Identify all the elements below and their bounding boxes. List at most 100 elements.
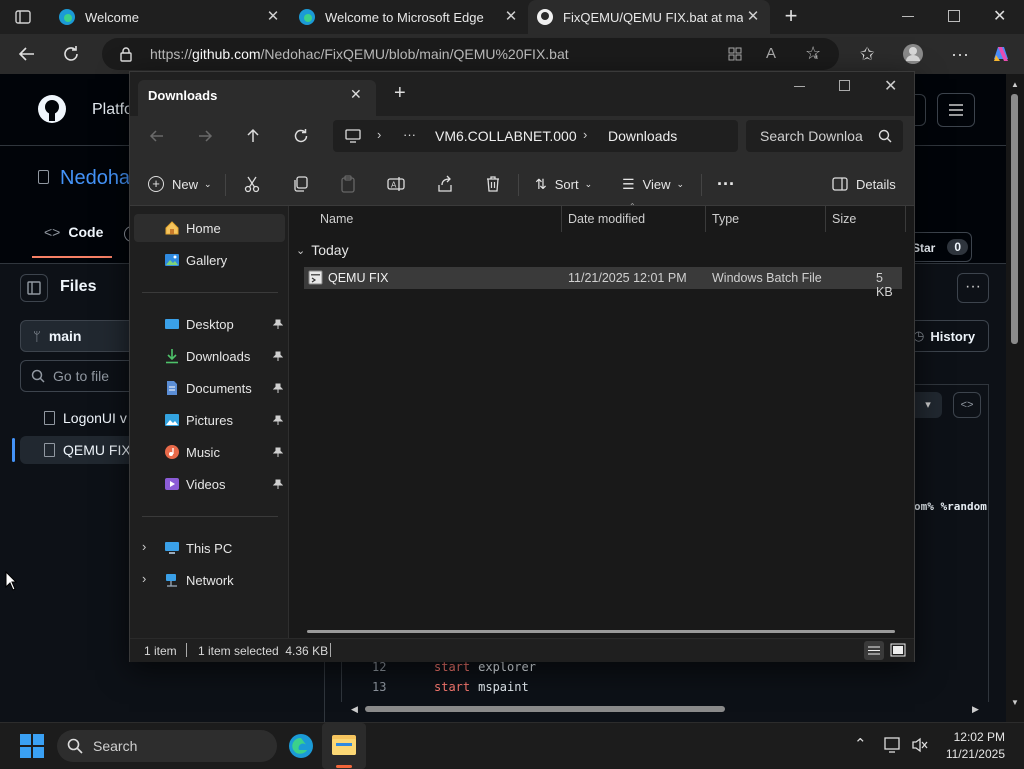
pin-icon[interactable] [273,351,283,361]
start-windows-icon[interactable] [20,734,44,758]
file-explorer-taskbar-icon[interactable] [322,723,366,769]
code-toolbar-dropdown-icon[interactable]: ▾ [914,392,942,418]
explorer-search-box[interactable]: Search Downloa [746,120,903,152]
back-icon[interactable] [12,39,42,69]
platform-menu[interactable]: Platfo [92,101,133,119]
copy-icon[interactable] [291,172,309,196]
star-button-frame[interactable] [914,232,972,262]
app-available-icon[interactable] [727,46,743,62]
pin-icon[interactable] [273,479,283,489]
sidebar-item-network[interactable]: › Network [130,566,289,594]
up-icon[interactable] [245,128,261,144]
forward-icon[interactable] [197,128,213,144]
close-tab-icon[interactable]: ✕ [350,86,362,103]
tab-welcome-edge[interactable]: Welcome to Microsoft Edge ✕ [290,0,528,34]
horizontal-scrollbar[interactable]: ◀ ▶ [341,702,989,716]
taskbar-clock-date[interactable]: 11/21/2025 [943,747,1005,761]
scroll-right-arrow[interactable]: ▶ [972,704,979,715]
maximize-icon[interactable] [839,80,850,91]
sidebar-item-pictures[interactable]: Pictures [130,406,289,434]
tablet-display-icon[interactable] [884,737,902,753]
breadcrumb-item[interactable]: VM6.COLLABNET.000 [435,128,577,144]
search-icon[interactable] [878,129,892,143]
close-tab-icon[interactable]: ✕ [744,8,762,26]
explorer-tab-downloads[interactable]: Downloads ✕ [138,80,376,116]
group-header-today[interactable]: ⌄ Today [296,242,349,258]
vertical-scrollbar[interactable]: ▲ ▼ [1006,74,1024,722]
close-window-icon[interactable]: ✕ [884,76,897,96]
column-header-name[interactable]: Name [320,212,353,226]
rename-icon[interactable]: A [387,172,405,196]
lock-icon[interactable] [119,47,133,62]
read-aloud-icon[interactable]: Aᵃ [766,45,818,64]
history-button[interactable]: ◷ History [905,320,989,352]
sidebar-item-gallery[interactable]: Gallery [130,246,289,274]
scrollbar-thumb[interactable] [365,706,725,712]
share-icon[interactable] [436,172,454,196]
details-button[interactable]: Details [832,172,896,196]
sort-button[interactable]: ⇅ Sort ⌄ [535,172,592,196]
sidebar-item-documents[interactable]: Documents [130,374,289,402]
column-separator[interactable] [905,206,906,232]
collapse-sidebar-icon[interactable] [20,274,48,302]
edge-taskbar-icon[interactable] [287,732,315,760]
details-view-icon[interactable] [864,641,884,660]
pin-icon[interactable] [273,415,283,425]
sidebar-item-home[interactable]: Home [134,214,285,242]
breadcrumb-item[interactable]: Downloads [608,128,677,144]
code-tab[interactable]: <> Code [44,224,103,240]
code-embed-icon[interactable]: <> [953,392,981,418]
chevron-right-icon[interactable]: › [142,539,146,554]
large-icons-view-icon[interactable] [888,641,908,660]
favorite-star-icon[interactable]: ☆ [805,43,821,64]
tab-actions-icon[interactable] [14,8,32,26]
repo-owner-link[interactable]: Nedoha [60,167,130,190]
chevron-right-icon[interactable]: › [142,571,146,586]
copilot-icon[interactable] [986,39,1016,69]
sidebar-item-music[interactable]: Music [130,438,289,466]
taskbar-clock-time[interactable]: 12:02 PM [943,730,1005,744]
breadcrumb-ellipsis[interactable]: ··· [403,127,416,142]
column-separator[interactable] [705,206,706,232]
breadcrumb-separator-icon[interactable]: › [583,127,587,142]
close-tab-icon[interactable]: ✕ [264,8,282,26]
pin-icon[interactable] [273,319,283,329]
refresh-icon[interactable] [293,128,309,144]
file-tree-item[interactable]: QEMU FIX [44,442,131,458]
sidebar-item-this-pc[interactable]: › This PC [130,534,289,562]
scrollbar-thumb[interactable] [1011,94,1018,344]
file-row[interactable]: QEMU FIX 11/21/2025 12:01 PM Windows Bat… [304,267,902,299]
horizontal-scrollbar[interactable] [307,630,895,633]
scroll-left-arrow[interactable]: ◀ [351,704,358,715]
file-tree-item[interactable]: LogonUI v [44,410,127,426]
paste-icon[interactable] [339,172,357,196]
address-bar[interactable]: https://github.com/Nedohac/FixQEMU/blob/… [102,38,839,70]
volume-muted-icon[interactable] [911,737,929,753]
back-icon[interactable] [149,128,165,144]
tab-welcome[interactable]: Welcome ✕ [50,0,290,34]
new-tab-icon[interactable]: + [781,5,801,27]
sidebar-item-downloads[interactable]: Downloads [130,342,289,370]
refresh-icon[interactable] [56,39,86,69]
tab-github[interactable]: FixQEMU/QEMU FIX.bat at main ✕ [528,0,770,34]
taskbar-search[interactable]: Search [57,730,277,762]
address-breadcrumb[interactable]: › ··· VM6.COLLABNET.000 › Downloads [333,120,738,152]
favorites-icon[interactable]: ✩ [852,39,882,69]
github-logo-icon[interactable] [37,94,67,124]
delete-icon[interactable] [484,172,502,196]
minimize-icon[interactable] [794,86,805,87]
column-header-type[interactable]: Type [712,212,739,226]
filter-icon[interactable] [937,93,975,127]
more-options-icon[interactable]: ··· [945,39,975,69]
column-separator[interactable] [825,206,826,232]
cut-icon[interactable] [243,172,261,196]
show-hidden-icons-chevron-icon[interactable]: ⌃ [854,735,867,753]
pin-icon[interactable] [273,383,283,393]
new-tab-icon[interactable]: + [394,83,406,103]
breadcrumb-separator-icon[interactable]: › [377,127,381,142]
scroll-up-arrow[interactable]: ▲ [1011,80,1019,89]
scroll-down-arrow[interactable]: ▼ [1011,698,1019,707]
restore-icon[interactable] [948,10,960,22]
close-window-icon[interactable]: ✕ [993,6,1006,26]
sidebar-item-videos[interactable]: Videos [130,470,289,498]
